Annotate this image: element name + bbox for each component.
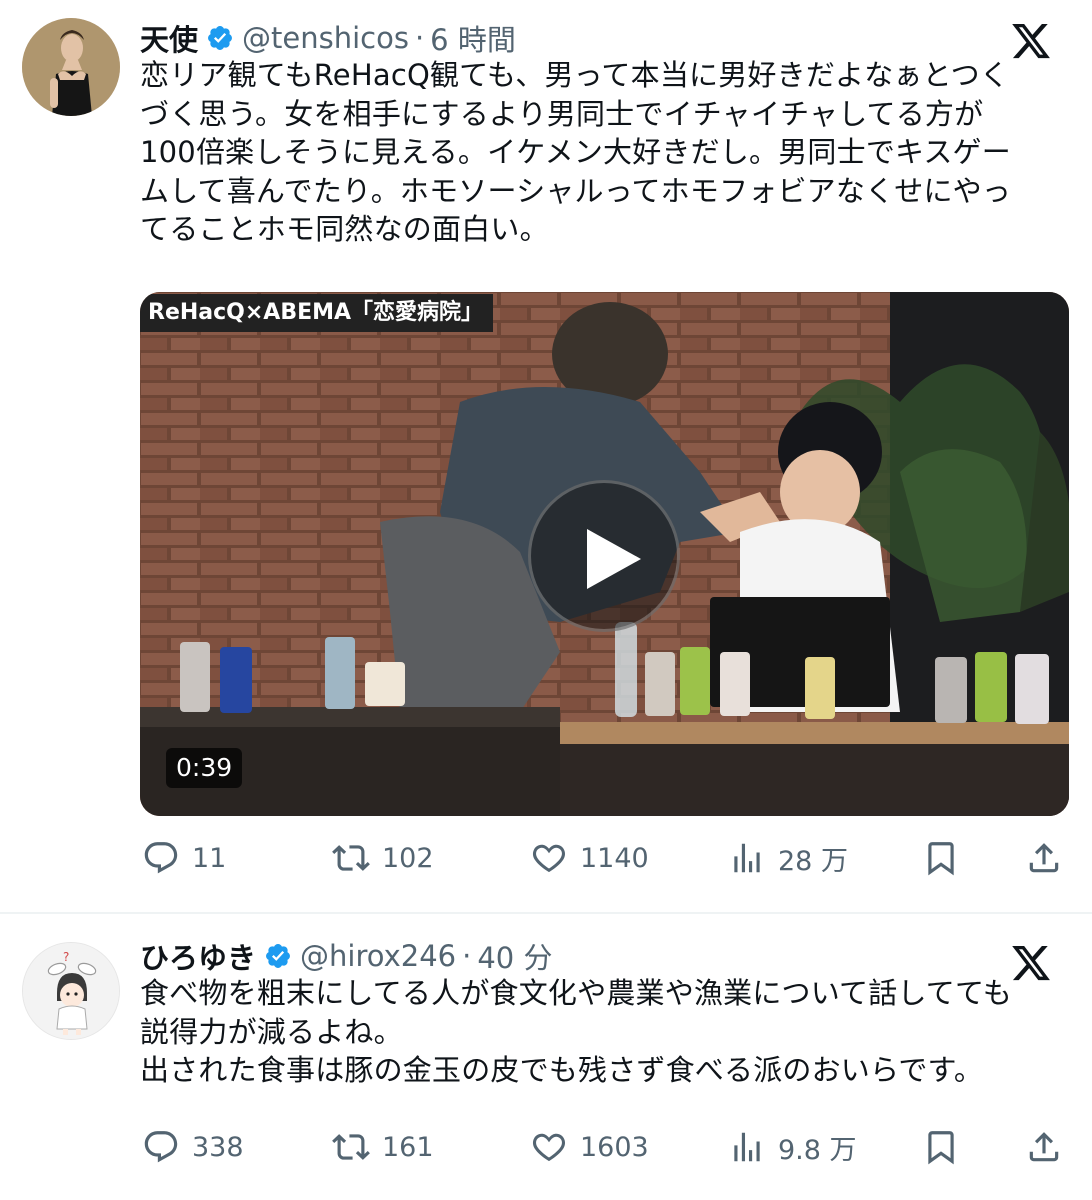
views-count: 28 万 bbox=[778, 845, 848, 877]
timestamp[interactable]: 6 時間 bbox=[430, 17, 516, 59]
handle[interactable]: @tenshicos bbox=[242, 21, 409, 55]
avatar[interactable] bbox=[22, 18, 120, 116]
views-button[interactable]: 9.8 万 bbox=[728, 1122, 857, 1172]
verified-badge-icon bbox=[208, 26, 232, 50]
reply-count: 11 bbox=[192, 842, 227, 874]
share-upload-icon bbox=[1029, 1132, 1059, 1162]
reply-button[interactable]: 338 bbox=[142, 1122, 244, 1172]
retweet-count: 161 bbox=[382, 1131, 434, 1163]
reply-bubble-icon bbox=[144, 842, 178, 874]
tweet-text-line: 説得力が減るよね。 bbox=[140, 1014, 403, 1049]
handle[interactable]: @hirox246 bbox=[300, 939, 456, 973]
reply-bubble-icon bbox=[144, 1131, 178, 1163]
separator-dot: · bbox=[462, 939, 472, 973]
tweet-text: 恋リア観てもReHacQ観ても、男って本当に男好きだよなぁとつく づく思う。女を… bbox=[140, 56, 1060, 249]
tweet[interactable]: 天使 @tenshicos · 6 時間 恋リア観てもReHacQ観ても、男って… bbox=[0, 0, 1092, 912]
verified-badge-icon bbox=[266, 944, 290, 968]
share-button[interactable] bbox=[1025, 1122, 1063, 1172]
timestamp[interactable]: 40 分 bbox=[477, 935, 552, 977]
tweet-text-line: てることホモ同然なの面白い。 bbox=[140, 212, 549, 246]
tweet-text-line: 恋リア観てもReHacQ観ても、男って本当に男好きだよなぁとつく bbox=[140, 58, 1010, 92]
tweet-text-line: 100倍楽しそうに見える。イケメン大好きだし。男同士でキスゲー bbox=[140, 135, 1011, 169]
like-count: 1603 bbox=[580, 1131, 649, 1163]
like-button[interactable]: 1140 bbox=[530, 833, 649, 883]
video-player[interactable]: ReHacQ×ABEMA「恋愛病院」 0:39 bbox=[140, 292, 1069, 816]
bookmark-icon bbox=[928, 842, 954, 876]
retweet-icon bbox=[332, 1134, 370, 1160]
video-duration: 0:39 bbox=[166, 748, 243, 788]
tweet-header: 天使 @tenshicos · 6 時間 bbox=[140, 16, 516, 60]
display-name[interactable]: ひろゆき bbox=[140, 935, 256, 977]
tweet-text-line: 出された食事は豚の金玉の皮でも残さず食べる派のおいらです。 bbox=[140, 1053, 984, 1087]
display-name[interactable]: 天使 bbox=[140, 17, 198, 59]
retweet-icon bbox=[332, 845, 370, 871]
views-button[interactable]: 28 万 bbox=[728, 833, 848, 883]
heart-icon bbox=[532, 1133, 566, 1162]
retweet-button[interactable]: 102 bbox=[332, 833, 434, 883]
views-count: 9.8 万 bbox=[778, 1134, 857, 1166]
retweet-count: 102 bbox=[382, 842, 434, 874]
separator-dot: · bbox=[414, 21, 425, 55]
bookmark-button[interactable] bbox=[922, 1122, 960, 1172]
action-bar: 11 102 1140 28 万 bbox=[140, 833, 1070, 883]
play-button[interactable] bbox=[528, 480, 680, 632]
views-bar-chart-icon bbox=[734, 1132, 760, 1162]
share-button[interactable] bbox=[1025, 833, 1063, 883]
svg-text:?: ? bbox=[63, 950, 69, 964]
retweet-button[interactable]: 161 bbox=[332, 1122, 434, 1172]
views-bar-chart-icon bbox=[734, 843, 760, 873]
avatar[interactable]: ? bbox=[22, 942, 120, 1040]
bookmark-icon bbox=[928, 1131, 954, 1165]
tweet-text-line: ムして喜んでたり。ホモソーシャルってホモフォビアなくせにやっ bbox=[140, 173, 1012, 208]
tweet-text-line: づく思う。女を相手にするより男同士でイチャイチャしてる方が bbox=[140, 96, 984, 131]
heart-icon bbox=[532, 844, 566, 873]
share-upload-icon bbox=[1029, 843, 1059, 873]
action-bar: 338 161 1603 9.8 万 bbox=[140, 1122, 1070, 1172]
tweet-text-line: 食べ物を粗末にしてる人が食文化や農業や漁業について話してても bbox=[140, 976, 1012, 1010]
play-icon bbox=[587, 529, 641, 589]
bookmark-button[interactable] bbox=[922, 833, 960, 883]
reply-count: 338 bbox=[192, 1131, 244, 1163]
like-button[interactable]: 1603 bbox=[530, 1122, 649, 1172]
reply-button[interactable]: 11 bbox=[142, 833, 226, 883]
tweet-header: ひろゆき @hirox246 · 40 分 bbox=[140, 934, 552, 978]
like-count: 1140 bbox=[580, 842, 649, 874]
tweet-text: 食べ物を粗末にしてる人が食文化や農業や漁業について話してても 説得力が減るよね。… bbox=[140, 974, 1060, 1090]
tweet[interactable]: ? ひろゆき @hirox246 · 40 分 食べ物を粗末にしてる人が食文化や… bbox=[0, 912, 1092, 1200]
video-caption: ReHacQ×ABEMA「恋愛病院」 bbox=[140, 294, 494, 332]
